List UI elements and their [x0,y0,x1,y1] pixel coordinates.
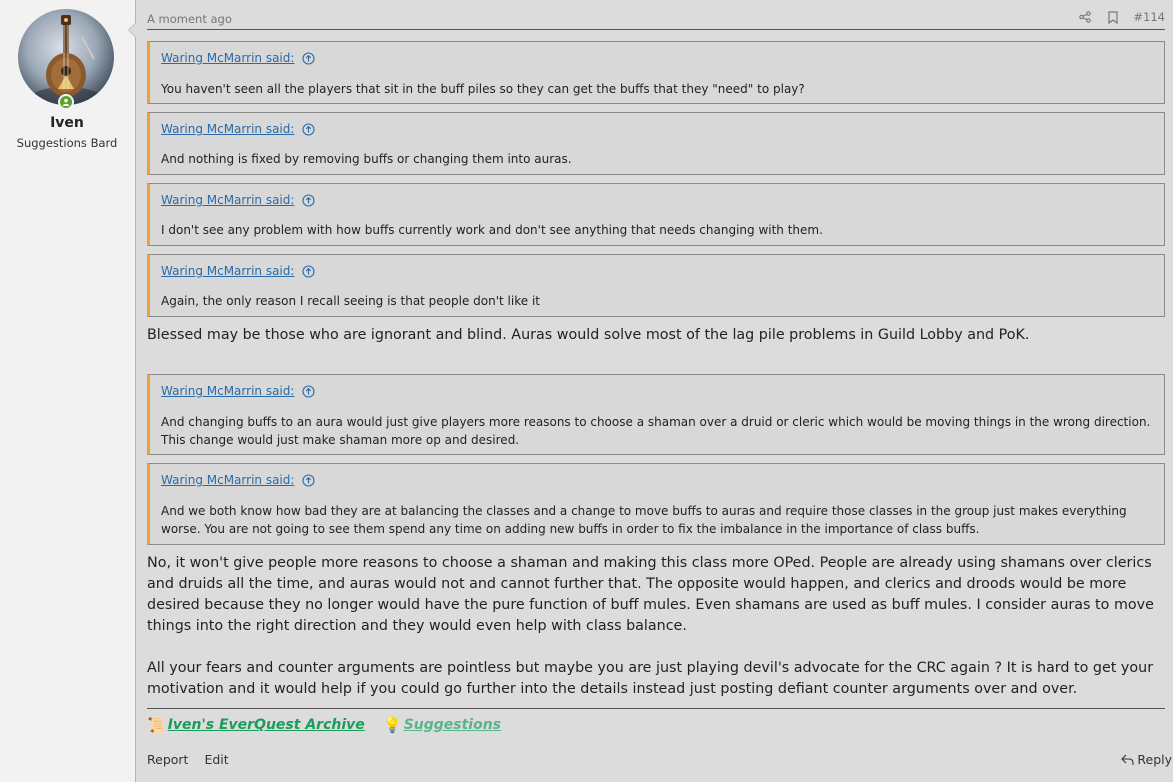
post-header: A moment ago #114 [147,10,1165,30]
quote-author-link[interactable]: Waring McMarrin said: [161,384,294,398]
post-number[interactable]: #114 [1133,10,1165,24]
share-icon[interactable] [1079,11,1092,23]
suggestions-link[interactable]: Suggestions [404,717,501,733]
user-sidebar: Iven Suggestions Bard [0,0,136,782]
quote-block: Waring McMarrin said: Again, the only re… [147,254,1165,317]
quote-text: And changing buffs to an aura would just… [161,415,1151,447]
scroll-icon: 📜 [147,716,166,734]
jump-to-quote-icon[interactable] [302,122,315,136]
reply-label: Reply [1137,752,1172,767]
signature-link-archive[interactable]: 📜 Iven's EverQuest Archive [147,716,365,734]
jump-to-quote-icon[interactable] [302,193,315,207]
quote-block: Waring McMarrin said: And changing buffs… [147,374,1165,455]
avatar[interactable] [18,9,114,105]
edit-button[interactable]: Edit [204,752,228,767]
online-status-icon [58,94,74,110]
jump-to-quote-icon[interactable] [302,51,315,65]
quote-text: I don't see any problem with how buffs c… [161,223,823,237]
lute-icon [32,15,100,105]
quote-author-link[interactable]: Waring McMarrin said: [161,264,294,278]
post-timestamp[interactable]: A moment ago [147,12,232,26]
quote-text: Again, the only reason I recall seeing i… [161,294,540,308]
reply-button[interactable]: Reply [1121,752,1172,767]
jump-to-quote-icon[interactable] [302,473,315,487]
bookmark-icon[interactable] [1107,10,1119,24]
post-paragraph: All your fears and counter arguments are… [147,660,1154,697]
archive-link[interactable]: Iven's EverQuest Archive [168,717,365,733]
lightbulb-icon: 💡 [383,716,402,734]
quote-text: And nothing is fixed by removing buffs o… [161,152,572,166]
quote-text: You haven't seen all the players that si… [161,82,805,96]
signature-divider [147,708,1165,709]
post-paragraph: Blessed may be those who are ignorant an… [147,327,1030,343]
post-paragraph: No, it won't give people more reasons to… [147,555,1154,634]
reply-icon [1121,754,1134,765]
quote-block: Waring McMarrin said: You haven't seen a… [147,41,1165,104]
quote-author-link[interactable]: Waring McMarrin said: [161,473,294,487]
jump-to-quote-icon[interactable] [302,384,315,398]
quote-block: Waring McMarrin said: And we both know h… [147,463,1165,545]
username[interactable]: Iven [0,115,134,131]
post-actions: Report Edit [147,752,245,767]
jump-to-quote-icon[interactable] [302,264,315,278]
post-content: A moment ago #114 Waring McMarrin said: [147,0,1172,782]
quote-text: And we both know how bad they are at bal… [161,504,1127,536]
quote-author-link[interactable]: Waring McMarrin said: [161,122,294,136]
quote-block: Waring McMarrin said: And nothing is fix… [147,112,1165,175]
user-title: Suggestions Bard [16,136,118,150]
signature-link-suggestions[interactable]: 💡 Suggestions [383,716,501,734]
quote-block: Waring McMarrin said: I don't see any pr… [147,183,1165,246]
quote-author-link[interactable]: Waring McMarrin said: [161,51,294,65]
report-button[interactable]: Report [147,752,188,767]
quote-author-link[interactable]: Waring McMarrin said: [161,193,294,207]
